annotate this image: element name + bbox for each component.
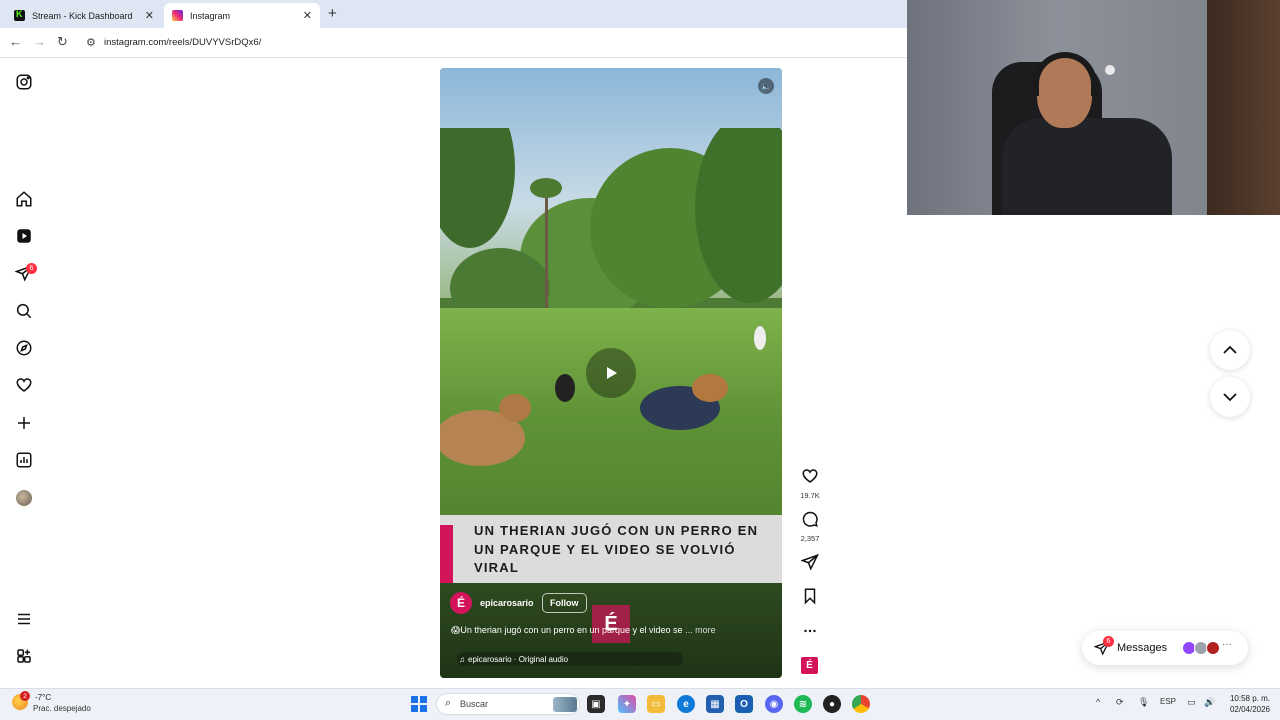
refresh-sync-icon[interactable]: ⟳ — [1116, 697, 1124, 708]
tab-kick-dashboard[interactable]: Stream - Kick Dashboard ✕ — [6, 3, 162, 28]
weather-description[interactable]: Prac. despejado — [33, 704, 91, 713]
previous-reel-button[interactable] — [1210, 330, 1250, 370]
comment-button[interactable]: 2,357 — [798, 510, 822, 543]
chrome-icon[interactable] — [852, 695, 870, 713]
messages-badge: 6 — [1103, 636, 1114, 647]
play-button[interactable] — [586, 348, 636, 398]
file-explorer-icon[interactable]: ▭ — [647, 695, 665, 713]
like-button[interactable]: 19.7K — [798, 467, 822, 500]
messages-button[interactable]: 6 Messages ··· — [1082, 631, 1248, 665]
edge-icon[interactable]: e — [677, 695, 695, 713]
next-reel-button[interactable] — [1210, 377, 1250, 417]
instagram-favicon-icon — [172, 10, 183, 21]
outlook-icon[interactable]: O — [735, 695, 753, 713]
reel-caption[interactable]: 😱Un therian jugó con un perro en un parq… — [451, 625, 771, 636]
spotify-icon[interactable]: ≋ — [794, 695, 812, 713]
microphone-icon[interactable]: 🎙 — [1138, 697, 1149, 708]
task-view-icon[interactable]: ▣ — [587, 695, 605, 713]
volume-icon[interactable]: 🔊 — [1204, 697, 1215, 708]
notification-badge: 6 — [26, 263, 37, 274]
more-menu-icon[interactable] — [14, 609, 34, 629]
kick-favicon-icon — [14, 9, 25, 21]
tab-label: Instagram — [190, 10, 231, 21]
dashboard-chart-icon[interactable] — [14, 450, 34, 470]
music-note-icon: ♫ — [459, 654, 465, 664]
show-hidden-icons-chevron-up-icon[interactable]: ^ — [1096, 697, 1100, 707]
audio-label: epicarosario · Original audio — [468, 654, 569, 664]
windows-taskbar — [0, 688, 1280, 720]
search-icon[interactable] — [14, 301, 34, 321]
chevron-up-icon — [1223, 345, 1237, 354]
system-clock[interactable]: 10:58 p. m. 02/04/2026 — [1224, 693, 1276, 715]
webcam-hoodie — [1002, 118, 1172, 215]
audio-track[interactable]: ♫ epicarosario · Original audio — [457, 652, 683, 666]
site-settings-icon[interactable]: ⚙ — [86, 36, 96, 49]
caption-emoji: 😱 — [451, 625, 461, 635]
instagram-logo-icon[interactable] — [14, 72, 34, 92]
ellipsis-icon — [804, 629, 816, 633]
comment-icon — [802, 511, 818, 527]
close-tab-icon[interactable]: ✕ — [145, 9, 154, 22]
copilot-icon[interactable]: ✦ — [618, 695, 636, 713]
reels-icon[interactable] — [14, 226, 34, 246]
profile-avatar[interactable] — [14, 488, 34, 508]
brand-watermark: É — [592, 605, 630, 643]
webcam-light — [1105, 65, 1115, 75]
headline-text: UN THERIAN JUGÓ CON UN PERRO EN UN PARQU… — [474, 523, 759, 575]
caption-text: Un therian jugó con un perro en un parqu… — [460, 625, 683, 635]
heart-icon — [802, 469, 818, 483]
also-from-meta-icon[interactable] — [14, 646, 34, 666]
video-trees — [440, 128, 782, 328]
more-options-button[interactable] — [798, 622, 822, 645]
audio-source-avatar[interactable]: É — [801, 657, 818, 674]
account-avatar[interactable]: É — [450, 592, 472, 614]
webcam-headphones — [1033, 52, 1097, 96]
taskbar-search[interactable]: ⌕ Buscar — [436, 693, 580, 715]
reload-icon[interactable]: ↻ — [57, 34, 68, 50]
caption-ellipsis: ... — [685, 625, 693, 635]
notifications-heart-icon[interactable] — [14, 375, 34, 395]
home-icon[interactable] — [14, 189, 34, 209]
network-icon[interactable]: ▭ — [1187, 697, 1196, 708]
more-contacts-icon: ··· — [1222, 639, 1232, 650]
clock-date: 02/04/2026 — [1229, 705, 1271, 714]
clock-time: 10:58 p. m. — [1229, 694, 1271, 703]
back-arrow-icon[interactable]: ← — [9, 34, 22, 49]
search-highlight-image — [553, 697, 577, 712]
explore-compass-icon[interactable] — [14, 338, 34, 358]
store-icon[interactable]: ▦ — [706, 695, 724, 713]
forward-arrow-icon[interactable]: → — [33, 34, 46, 49]
create-plus-icon[interactable] — [14, 413, 34, 433]
obs-icon[interactable]: ● — [823, 695, 841, 713]
tab-instagram[interactable]: Instagram ✕ — [164, 3, 320, 28]
like-count: 19.7K — [800, 491, 820, 500]
new-tab-button[interactable]: + — [328, 5, 337, 22]
start-button[interactable] — [411, 696, 427, 712]
discord-icon[interactable]: ◉ — [765, 695, 783, 713]
headline-accent-bar — [440, 525, 453, 583]
webcam-door — [1207, 0, 1280, 215]
share-button[interactable] — [798, 553, 822, 576]
close-tab-icon[interactable]: ✕ — [303, 9, 312, 22]
reel-video[interactable]: 🔈 UN THERIAN JUGÓ CON UN PERRO EN UN PAR… — [440, 68, 782, 678]
tab-label: Stream - Kick Dashboard — [32, 10, 133, 21]
messages-label: Messages — [1117, 642, 1168, 654]
share-icon — [800, 553, 819, 571]
search-placeholder: Buscar — [460, 699, 489, 709]
language-indicator[interactable]: ESP — [1160, 697, 1176, 706]
chevron-down-icon — [1223, 393, 1237, 402]
url-field[interactable]: instagram.com/reels/DUVYVSrDQx6/ — [104, 37, 261, 48]
weather-temperature[interactable]: -7°C — [35, 693, 51, 702]
bookmark-icon — [804, 588, 816, 605]
search-icon: ⌕ — [445, 697, 452, 709]
weather-badge: 2 — [20, 691, 30, 701]
webcam-overlay — [907, 0, 1280, 215]
save-button[interactable] — [798, 587, 822, 610]
comment-count: 2,357 — [800, 534, 820, 543]
more-link[interactable]: more — [695, 625, 716, 635]
account-name[interactable]: epicarosario — [480, 598, 534, 608]
mute-icon[interactable]: 🔈 — [758, 78, 774, 94]
contact-avatar — [1206, 641, 1220, 655]
follow-button[interactable]: Follow — [542, 593, 587, 613]
